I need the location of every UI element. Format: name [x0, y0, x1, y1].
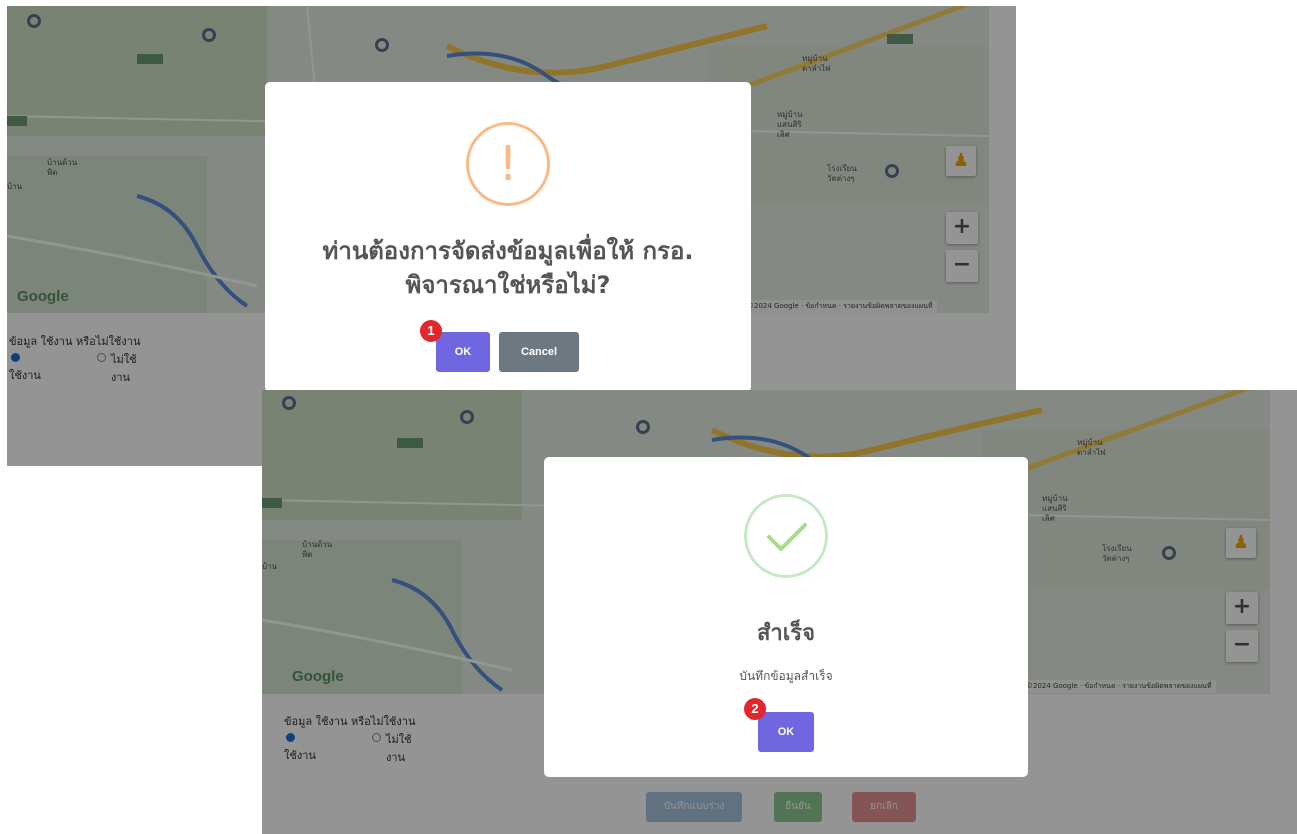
success-dialog-title: สำเร็จ: [756, 621, 815, 646]
confirm-dialog-title: ท่านต้องการจัดส่งข้อมูลเพื่อให้ กรอ. พิจ…: [322, 237, 694, 299]
ok-button[interactable]: OK: [436, 332, 490, 372]
screenshot-success: หมู่บ้าน ตาลำไพ่ หมู่บ้าน แสนสิริ เลิศ โ…: [262, 390, 1297, 834]
success-dialog-text: บันทึกข้อมูลสำเร็จ: [739, 669, 833, 683]
step-badge: 1: [420, 320, 442, 342]
success-check-icon: [744, 494, 828, 578]
step-badge: 2: [744, 698, 766, 720]
success-dialog: สำเร็จ บันทึกข้อมูลสำเร็จ OK 2: [544, 457, 1028, 777]
ok-button[interactable]: OK: [758, 712, 814, 752]
warning-icon: !: [466, 122, 550, 206]
cancel-button[interactable]: Cancel: [499, 332, 579, 372]
confirm-dialog: ! ท่านต้องการจัดส่งข้อมูลเพื่อให้ กรอ. พ…: [265, 82, 751, 392]
